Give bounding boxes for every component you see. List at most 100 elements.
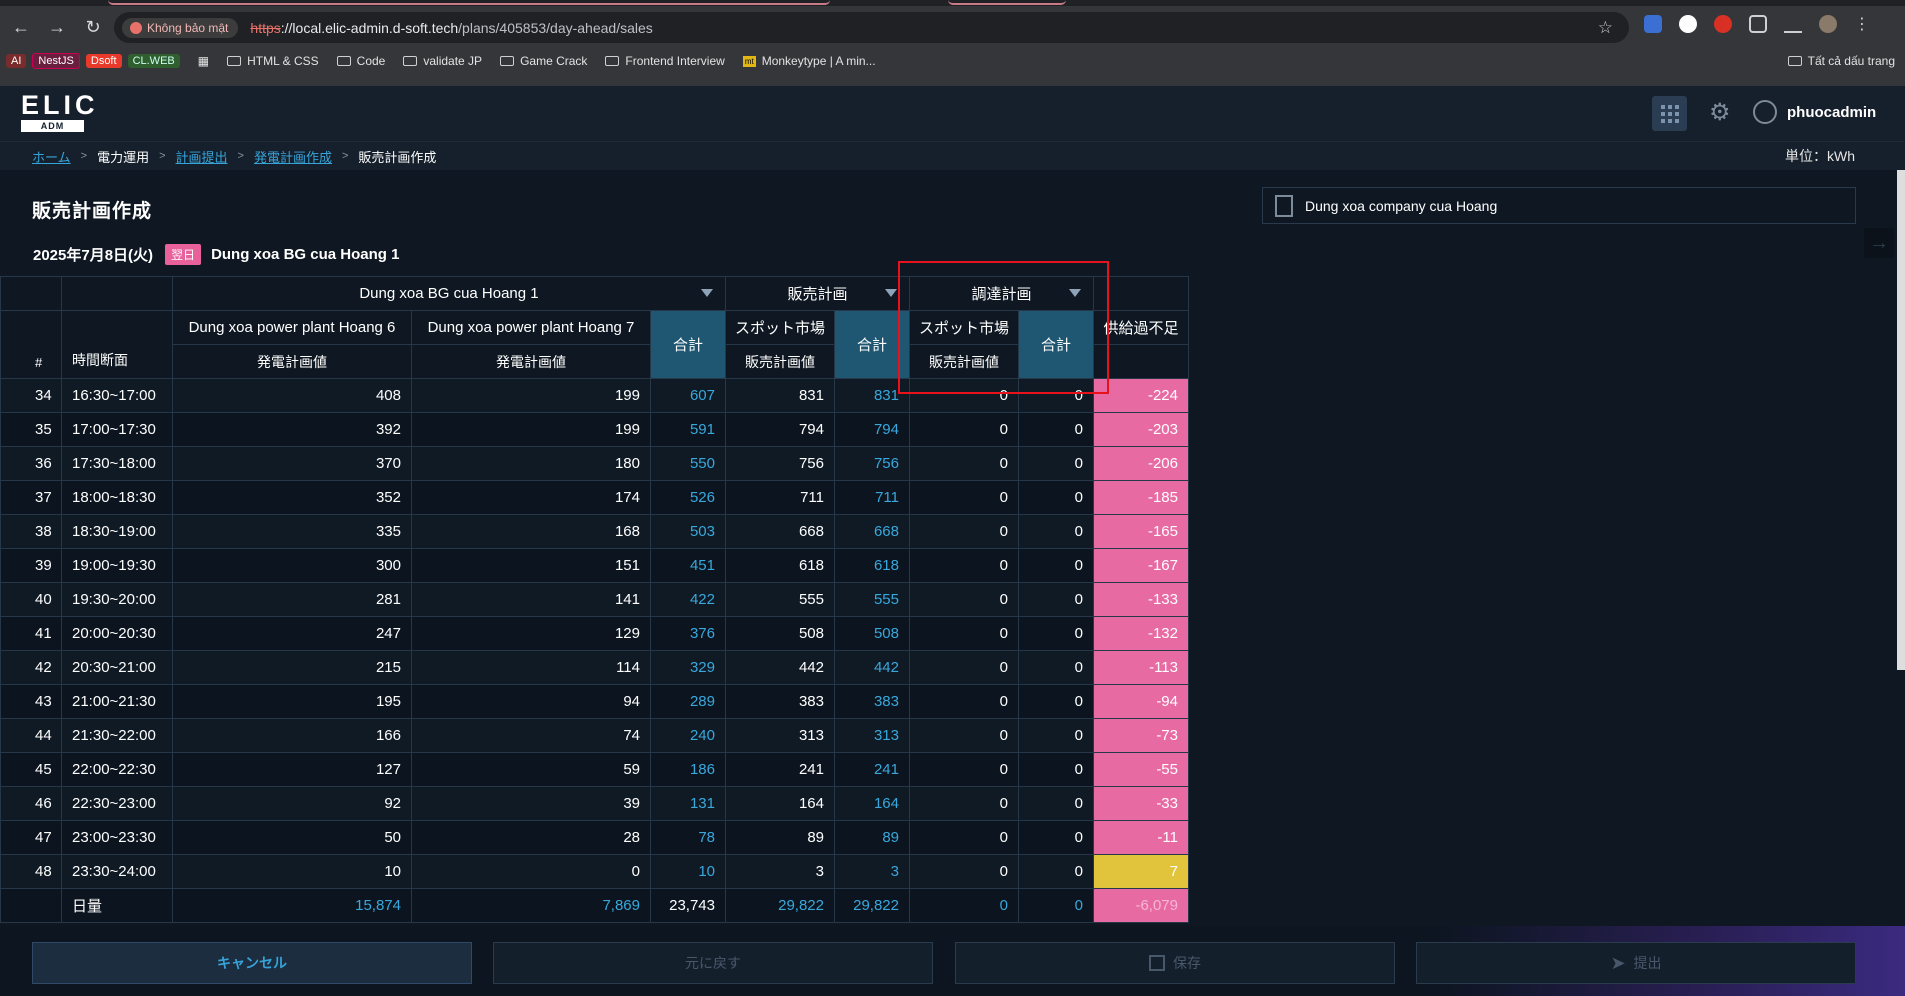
page-scrollbar[interactable] xyxy=(1897,170,1905,670)
bookmark-nestjs[interactable]: NestJS xyxy=(32,53,80,69)
plant6-value-cell[interactable]: 127 xyxy=(172,752,412,787)
breadcrumb-gen-plan[interactable]: 発電計画作成 xyxy=(254,147,332,166)
spot-procure-cell: 0 xyxy=(909,412,1019,447)
company-name: Dung xoa company cua Hoang xyxy=(1305,197,1498,214)
back-icon[interactable]: ← xyxy=(6,13,36,43)
plant6-value-cell[interactable]: 281 xyxy=(172,582,412,617)
bookmark-folder[interactable]: validate JP xyxy=(403,54,482,68)
sales-plan-table-container[interactable]: Dung xoa BG cua Hoang 1 販売計画 調達計画 # 時間断面… xyxy=(0,276,1190,926)
table-row: 40 19:30~20:00 281 141 422 555 555 0 0 -133 xyxy=(0,582,1189,617)
bg-sum-cell: 607 xyxy=(650,378,726,413)
bookmark-dsoft[interactable]: Dsoft xyxy=(85,54,122,68)
bookmark-folder[interactable]: Frontend Interview xyxy=(605,54,725,68)
breadcrumb-plan-submit[interactable]: 計画提出 xyxy=(176,147,228,166)
plant6-value-cell[interactable]: 247 xyxy=(172,616,412,651)
plant7-value-cell[interactable]: 168 xyxy=(411,514,651,549)
filter-icon[interactable] xyxy=(885,289,897,297)
plant6-value-cell[interactable]: 392 xyxy=(172,412,412,447)
apps-grid-icon[interactable]: ▦ xyxy=(198,54,209,68)
bookmark-star-icon[interactable]: ☆ xyxy=(1598,18,1613,38)
plant6-value-cell[interactable]: 300 xyxy=(172,548,412,583)
group-header-sales-label: 販売計画 xyxy=(787,286,848,303)
plant7-value-cell[interactable]: 74 xyxy=(411,718,651,753)
extensions-puzzle-icon[interactable] xyxy=(1749,15,1767,33)
plant6-value-cell[interactable]: 370 xyxy=(172,446,412,481)
plant6-value-cell[interactable]: 92 xyxy=(172,786,412,821)
plant7-value-cell[interactable]: 59 xyxy=(411,752,651,787)
bookmark-label: Monkeytype | A min... xyxy=(761,54,876,68)
plant6-value-cell[interactable]: 195 xyxy=(172,684,412,719)
extension-icon[interactable] xyxy=(1679,15,1697,33)
row-num-cell: 35 xyxy=(0,412,62,447)
gear-icon[interactable]: ⚙ xyxy=(1709,98,1731,127)
breadcrumb-home[interactable]: ホーム xyxy=(32,147,71,166)
bookmark-folder[interactable]: Code xyxy=(336,54,385,68)
browser-toolbar: ← → ↻ Không bảo mật https://local.elic-a… xyxy=(0,8,1905,47)
save-button[interactable]: 保存 xyxy=(955,942,1395,984)
extensions-area: ⋮ xyxy=(1644,14,1870,34)
logo-sub: ADM xyxy=(21,120,84,132)
plant7-value-cell[interactable]: 151 xyxy=(411,548,651,583)
procure-sum-cell: 0 xyxy=(1018,412,1094,447)
user-name[interactable]: phuocadmin xyxy=(1787,104,1876,121)
app-menu-button[interactable] xyxy=(1652,96,1687,131)
plant7-value-cell[interactable]: 199 xyxy=(411,412,651,447)
download-icon[interactable] xyxy=(1784,15,1802,33)
spot-procure-cell: 0 xyxy=(909,786,1019,821)
address-bar[interactable]: Không bảo mật https://local.elic-admin.d… xyxy=(114,12,1629,43)
user-icon[interactable] xyxy=(1753,100,1777,124)
forward-icon[interactable]: → xyxy=(42,13,72,43)
plant7-value-cell[interactable]: 94 xyxy=(411,684,651,719)
profile-avatar-icon[interactable] xyxy=(1819,15,1837,33)
plant7-value-cell[interactable]: 39 xyxy=(411,786,651,821)
save-icon xyxy=(1149,955,1165,971)
plant7-value-cell[interactable]: 129 xyxy=(411,616,651,651)
company-selector[interactable]: Dung xoa company cua Hoang xyxy=(1262,187,1856,224)
scroll-right-icon[interactable]: → xyxy=(1864,228,1894,258)
plant7-value-cell[interactable]: 0 xyxy=(411,854,651,889)
cancel-button[interactable]: キャンセル xyxy=(32,942,472,984)
translate-extension-icon[interactable] xyxy=(1644,15,1662,33)
menu-dots-icon[interactable]: ⋮ xyxy=(1854,14,1870,34)
bookmark-clweb[interactable]: CL.WEB xyxy=(127,54,180,68)
undo-button[interactable]: 元に戻す xyxy=(493,942,933,984)
filter-icon[interactable] xyxy=(701,289,713,297)
bookmark-folder[interactable]: Game Crack xyxy=(500,54,587,68)
bookmark-folder[interactable]: HTML & CSS xyxy=(227,54,319,68)
spot-procure-cell: 0 xyxy=(909,446,1019,481)
adblock-extension-icon[interactable] xyxy=(1714,15,1732,33)
balance-cell: -55 xyxy=(1093,752,1189,787)
plant7-value-cell[interactable]: 141 xyxy=(411,582,651,617)
filter-icon[interactable] xyxy=(1069,289,1081,297)
plant7-value-cell[interactable]: 28 xyxy=(411,820,651,855)
reload-icon[interactable]: ↻ xyxy=(78,13,108,43)
plant6-value-cell[interactable]: 10 xyxy=(172,854,412,889)
col-header-sales-value: 販売計画値 xyxy=(725,344,835,379)
bookmark-folder-label: Game Crack xyxy=(520,54,588,68)
plant6-value-cell[interactable]: 50 xyxy=(172,820,412,855)
plant6-value-cell[interactable]: 335 xyxy=(172,514,412,549)
spot-sales-cell: 508 xyxy=(725,616,835,651)
plan-date-line: 2025年7月8日(火) 翌日 Dung xoa BG cua Hoang 1 xyxy=(33,244,399,265)
plant7-value-cell[interactable]: 174 xyxy=(411,480,651,515)
plant7-value-cell: 7,869 xyxy=(411,888,651,923)
save-label: 保存 xyxy=(1173,955,1201,971)
submit-button[interactable]: ➤ 提出 xyxy=(1416,942,1856,984)
bookmark-monkeytype[interactable]: mt Monkeytype | A min... xyxy=(742,54,876,68)
elic-logo[interactable]: ELIC ADM xyxy=(21,92,95,132)
plant6-value-cell[interactable]: 408 xyxy=(172,378,412,413)
plant6-value-cell[interactable]: 352 xyxy=(172,480,412,515)
all-bookmarks[interactable]: Tất cả dấu trang xyxy=(1787,54,1895,68)
plant6-value-cell[interactable]: 215 xyxy=(172,650,412,685)
tab-edge[interactable] xyxy=(948,0,1066,5)
url-text[interactable]: https://local.elic-admin.d-soft.tech/pla… xyxy=(250,20,652,36)
plant7-value-cell[interactable]: 180 xyxy=(411,446,651,481)
browser-divider xyxy=(0,73,1905,86)
plant6-value-cell[interactable]: 166 xyxy=(172,718,412,753)
plant7-value-cell[interactable]: 114 xyxy=(411,650,651,685)
sales-sum-cell: 711 xyxy=(834,480,910,515)
plant7-value-cell[interactable]: 199 xyxy=(411,378,651,413)
bookmark-ai[interactable]: AI xyxy=(6,54,27,68)
active-tab-edge[interactable] xyxy=(108,0,830,5)
site-security-chip[interactable]: Không bảo mật xyxy=(122,17,239,38)
